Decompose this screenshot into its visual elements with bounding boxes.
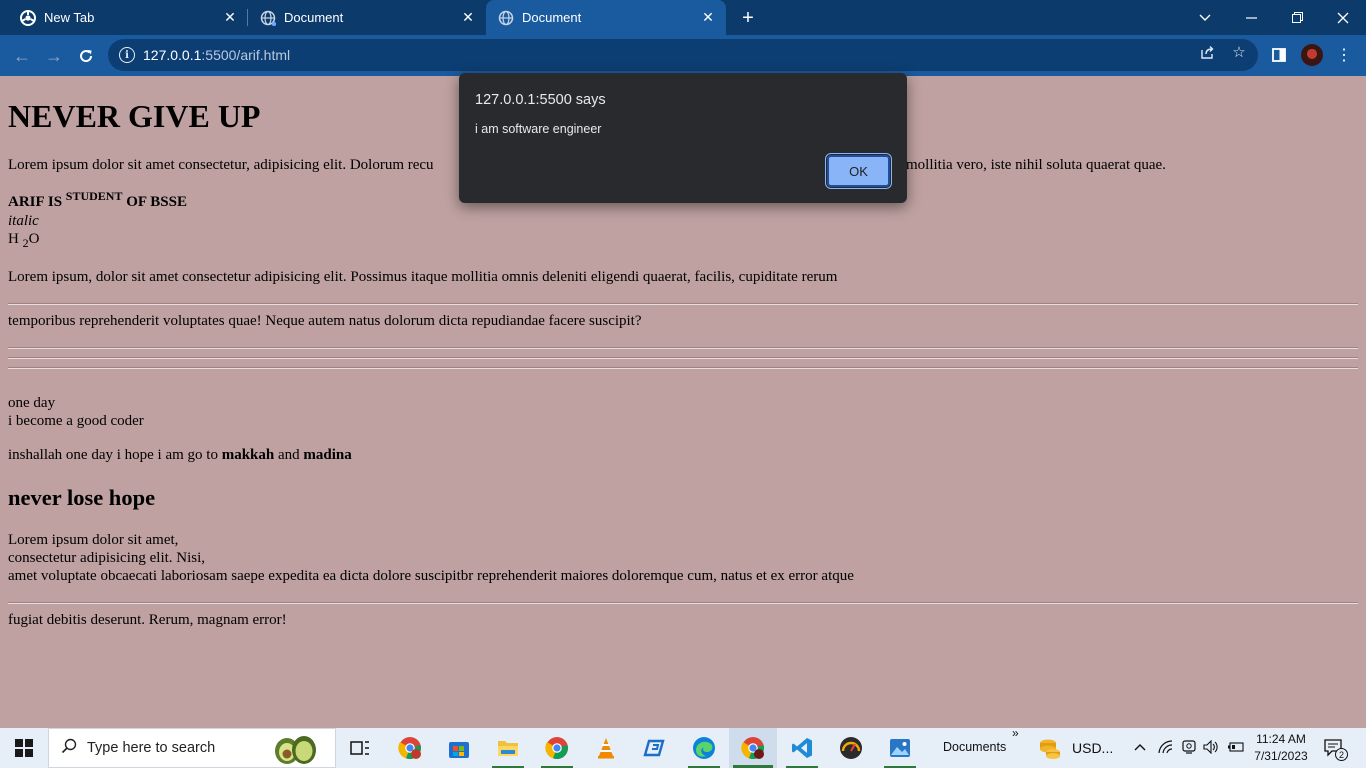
subheading: never lose hope	[8, 485, 156, 510]
profile-avatar[interactable]	[1301, 44, 1323, 66]
browser-toolbar: ← → i 127.0.0.1:5500/arif.html ☆ ⋮	[0, 35, 1366, 76]
edge-icon[interactable]	[680, 728, 728, 768]
tab-title: Document	[284, 10, 344, 25]
show-hidden-icons-chevron-icon[interactable]	[1131, 738, 1149, 756]
windows-start-icon[interactable]	[0, 728, 48, 768]
file-explorer-icon[interactable]	[484, 728, 532, 768]
h2o-formula: H 2O	[8, 231, 40, 250]
paragraph-2: Lorem ipsum, dolor sit amet consectetur …	[8, 269, 838, 285]
minimize-button[interactable]	[1228, 0, 1274, 35]
photos-icon[interactable]	[876, 728, 924, 768]
globe-icon	[498, 10, 514, 26]
more-menu-icon[interactable]: ⋮	[1333, 44, 1355, 66]
one-day-line: one day	[8, 395, 56, 411]
back-arrow-icon[interactable]: ←	[8, 42, 36, 70]
tab-document-2[interactable]: Document ✕	[486, 0, 726, 35]
url-text: 127.0.0.1:5500/arif.html	[143, 47, 291, 63]
vlc-icon[interactable]	[582, 728, 630, 768]
close-tab-icon[interactable]: ✕	[220, 8, 240, 28]
alert-dialog: 127.0.0.1:5500 says i am software engine…	[459, 73, 907, 203]
clock-time: 11:24 AM	[1256, 732, 1306, 746]
close-tab-icon[interactable]: ✕	[698, 8, 718, 28]
currency-widget-label[interactable]: USD...	[1072, 740, 1113, 756]
paragraph-line-2: consectetur adipisicing elit. Nisi,	[8, 550, 206, 566]
last-line: fugiat debitis deserunt. Rerum, magnam e…	[8, 612, 287, 628]
paragraph-line-1: Lorem ipsum dolor sit amet,	[8, 532, 179, 548]
forward-arrow-icon[interactable]: →	[40, 42, 68, 70]
good-coder-line: i become a good coder	[8, 413, 144, 429]
tab-new-tab[interactable]: New Tab ✕	[8, 0, 248, 35]
close-window-button[interactable]	[1320, 0, 1366, 35]
taskbar-search-box[interactable]: Type here to search	[48, 728, 336, 768]
tab-search-chevron-icon[interactable]	[1182, 0, 1228, 35]
new-tab-button[interactable]: +	[736, 6, 760, 30]
paragraph-1: Lorem ipsum dolor sit amet consectetur, …	[8, 157, 434, 173]
address-bar[interactable]: i 127.0.0.1:5500/arif.html	[108, 39, 1258, 71]
bookmark-star-icon[interactable]: ☆	[1230, 43, 1248, 61]
task-view-icon[interactable]	[336, 728, 384, 768]
horizontal-rule	[8, 303, 1358, 305]
paragraph-1-tail: mollitia vero, iste nihil soluta quaerat…	[906, 157, 1166, 173]
superscript-student: STUDENT	[65, 189, 123, 203]
chrome-icon[interactable]	[533, 728, 581, 768]
tab-title: New Tab	[44, 10, 95, 25]
volume-icon[interactable]	[1202, 738, 1220, 756]
search-icon	[61, 738, 77, 759]
search-placeholder: Type here to search	[87, 740, 216, 756]
alert-origin: 127.0.0.1:5500 says	[475, 92, 606, 108]
coins-icon[interactable]	[1032, 728, 1068, 768]
battery-icon[interactable]	[1227, 738, 1245, 756]
app-p-icon[interactable]	[631, 728, 679, 768]
restore-button[interactable]	[1274, 0, 1320, 35]
documents-toolbar-label[interactable]: Documents	[943, 740, 1006, 754]
notification-center-icon[interactable]: 2	[1322, 739, 1348, 761]
microsoft-store-icon[interactable]	[435, 728, 483, 768]
reload-icon[interactable]	[72, 42, 100, 70]
tab-title: Document	[522, 10, 582, 25]
chrome-profile-icon[interactable]	[386, 728, 434, 768]
side-panel-icon[interactable]	[1268, 44, 1290, 66]
notification-count-badge: 2	[1335, 748, 1348, 761]
page-heading: NEVER GIVE UP	[8, 98, 261, 134]
horizontal-rule	[8, 347, 1358, 349]
ok-button[interactable]: OK	[825, 153, 892, 189]
paragraph-line-3: amet voluptate obcaecati laboriosam saep…	[8, 568, 854, 584]
tab-document-1[interactable]: Document ✕	[248, 0, 486, 35]
system-clock[interactable]: 11:24 AM 7/31/2023	[1250, 731, 1312, 765]
wifi-icon[interactable]	[1157, 738, 1175, 756]
clock-date: 7/31/2023	[1254, 749, 1308, 763]
arif-bold-line: ARIF IS STUDENT OF BSSE	[8, 189, 187, 210]
inshallah-line: inshallah one day i hope i am go to makk…	[8, 447, 352, 463]
makkah-bold: makkah	[221, 447, 275, 463]
close-tab-icon[interactable]: ✕	[458, 8, 478, 28]
avocado-icon	[271, 732, 319, 766]
alert-message: i am software engineer	[475, 122, 602, 136]
globe-icon	[260, 10, 276, 26]
toolbar-overflow-chevron[interactable]: »	[1012, 726, 1019, 740]
madina-bold: madina	[303, 447, 352, 463]
taskbar: Type here to search Documents » USD... 1…	[0, 726, 1366, 768]
chrome-icon	[20, 9, 36, 26]
horizontal-rule	[8, 602, 1358, 604]
horizontal-rule	[8, 357, 1358, 359]
paragraph-3: temporibus reprehenderit voluptates quae…	[8, 313, 642, 329]
vscode-icon[interactable]	[778, 728, 826, 768]
speedtest-icon[interactable]	[827, 728, 875, 768]
horizontal-rule	[8, 367, 1358, 369]
italic-text: italic	[8, 213, 39, 229]
site-info-icon[interactable]: i	[119, 47, 135, 63]
webcam-icon[interactable]	[1180, 738, 1198, 756]
tab-strip: New Tab ✕ Document ✕ Document ✕ +	[0, 0, 1366, 35]
share-icon[interactable]	[1198, 43, 1216, 61]
chrome-active-icon[interactable]	[729, 728, 777, 768]
